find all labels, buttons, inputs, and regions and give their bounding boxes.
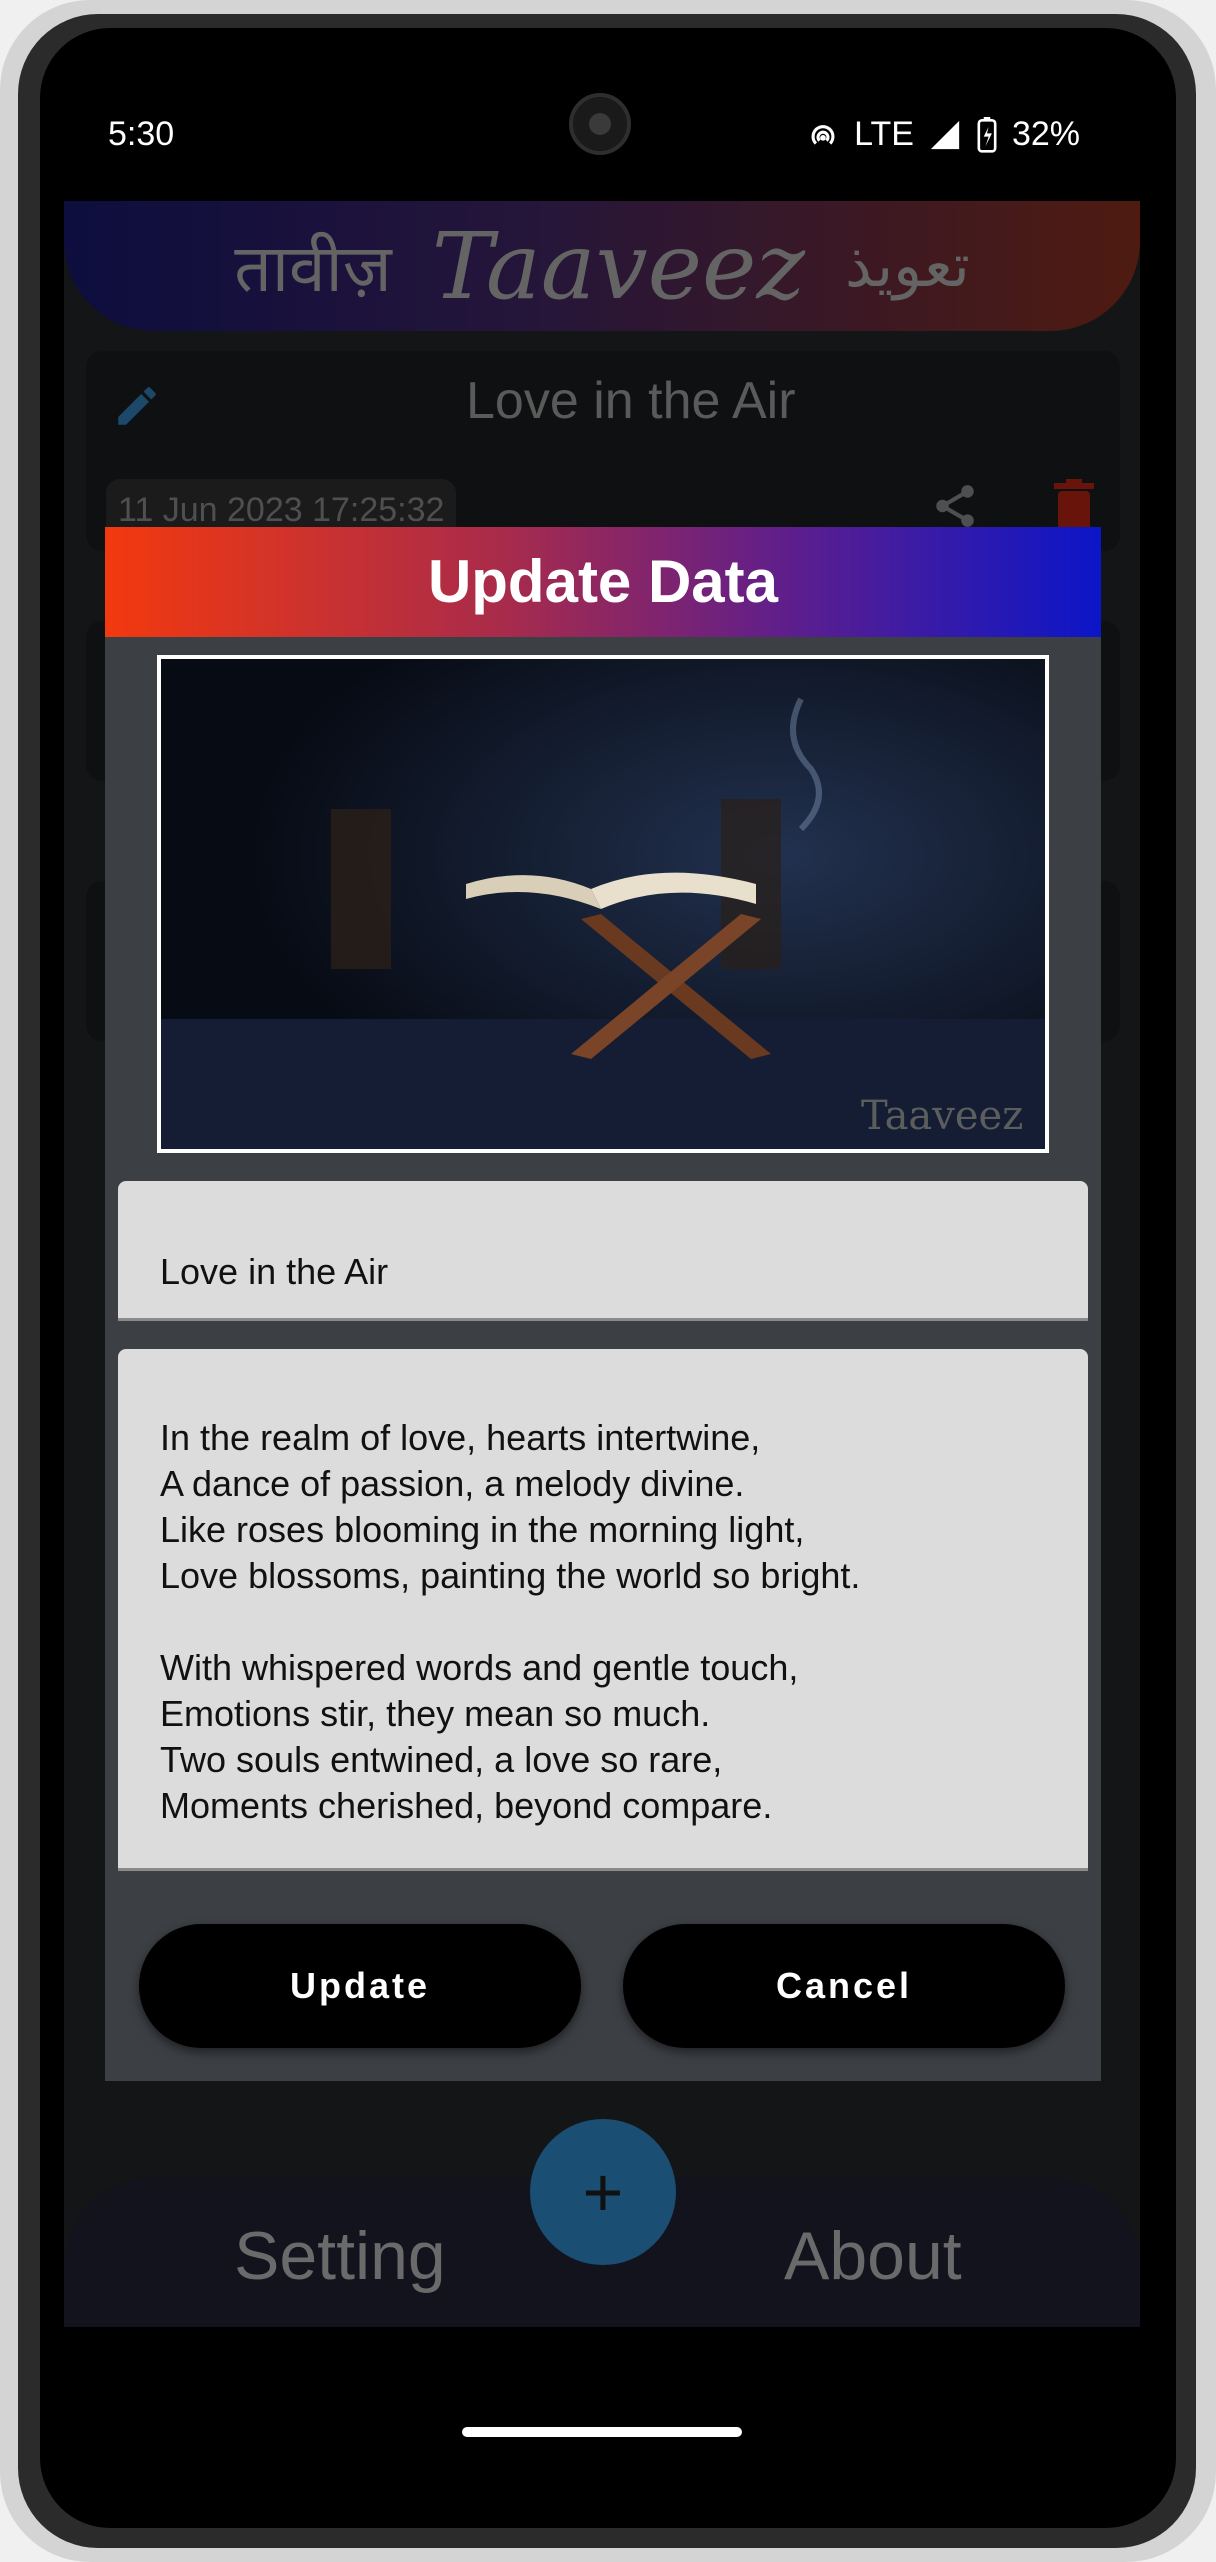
gesture-area xyxy=(64,2327,1140,2473)
status-time: 5:30 xyxy=(108,115,175,153)
update-dialog: Update Data Taaveez Love in the Air In t… xyxy=(105,527,1101,2081)
content-line: Moments cherished, beyond compare. xyxy=(160,1785,773,1826)
content-line xyxy=(160,1599,860,1645)
content-line: Like roses blooming in the morning light… xyxy=(160,1509,805,1550)
quran-stand-illustration: Taaveez xyxy=(161,659,1045,1149)
status-bar: 5:30 LTE 32% xyxy=(64,55,1140,205)
status-icons: LTE 32% xyxy=(806,115,1080,154)
hotspot-icon xyxy=(811,124,835,145)
cancel-button[interactable]: Cancel xyxy=(623,1924,1065,2048)
content-line: Love blossoms, painting the world so bri… xyxy=(160,1555,861,1596)
content-line: Emotions stir, they mean so much. xyxy=(160,1693,711,1734)
content-line: With whispered words and gentle touch, xyxy=(160,1647,799,1688)
title-input-value: Love in the Air xyxy=(160,1251,389,1292)
content-line: A dance of passion, a melody divine. xyxy=(160,1463,745,1504)
cover-image[interactable]: Taaveez xyxy=(157,655,1049,1153)
content-input-value: In the realm of love, hearts intertwine,… xyxy=(160,1415,860,1829)
signal-icon xyxy=(930,120,960,149)
content-line: Two souls entwined, a love so rare, xyxy=(160,1739,723,1780)
screen: तावीज़ Taaveez تعویذ Love in the Air 11 … xyxy=(64,55,1140,2473)
update-button[interactable]: Update xyxy=(139,1924,581,2048)
dialog-title: Update Data xyxy=(105,527,1101,637)
front-camera xyxy=(569,93,631,155)
title-input[interactable]: Love in the Air xyxy=(118,1181,1088,1321)
image-watermark: Taaveez xyxy=(861,1093,1023,1139)
battery-percent: 32% xyxy=(1011,115,1080,153)
nav-about[interactable]: About xyxy=(784,2217,962,2295)
add-button[interactable]: + xyxy=(530,2119,676,2265)
home-gesture-bar[interactable] xyxy=(462,2427,742,2437)
battery-icon xyxy=(977,116,997,153)
network-type: LTE xyxy=(854,115,914,153)
nav-setting[interactable]: Setting xyxy=(234,2217,446,2295)
content-input[interactable]: In the realm of love, hearts intertwine,… xyxy=(118,1349,1088,1871)
content-line: In the realm of love, hearts intertwine, xyxy=(160,1417,761,1458)
